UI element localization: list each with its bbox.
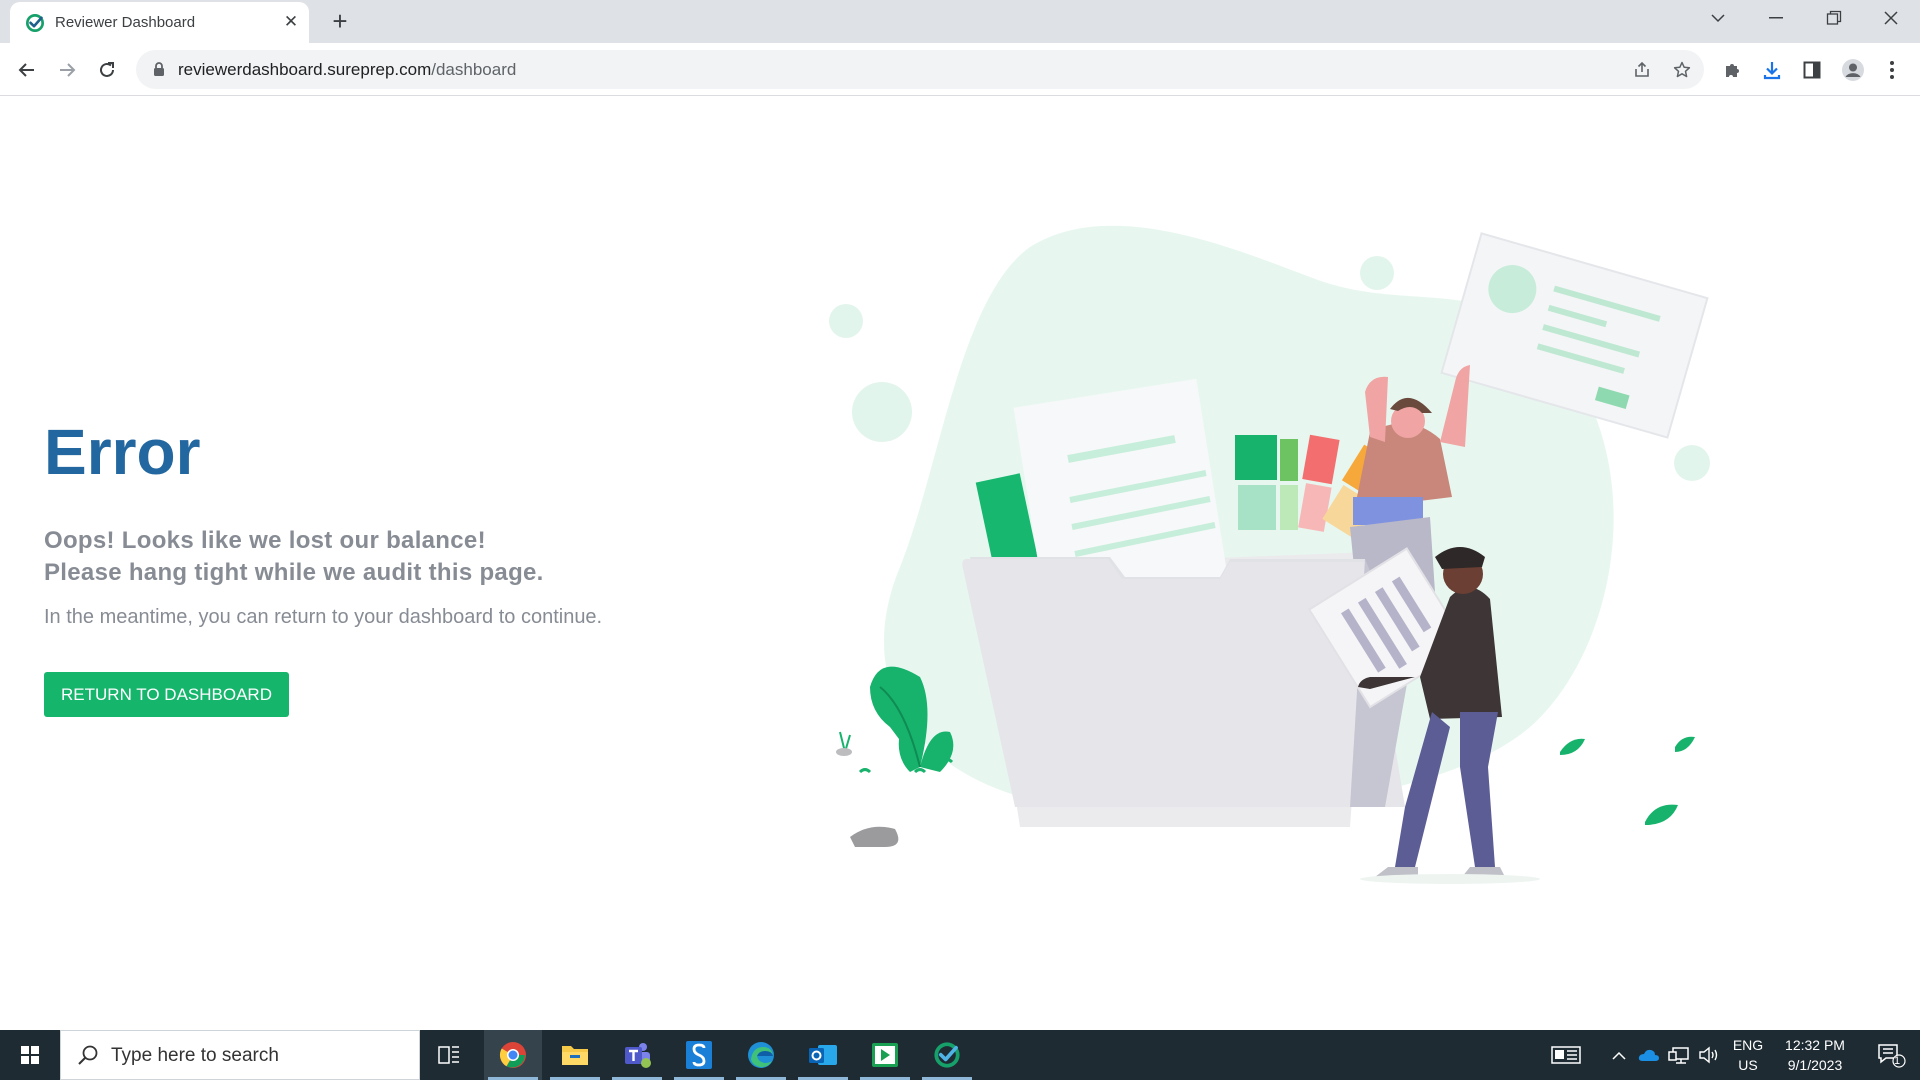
tab-strip: Reviewer Dashboard ✕ + [0, 0, 1920, 43]
search-icon [78, 1045, 98, 1065]
region-code: US [1738, 1057, 1758, 1073]
outlook-icon[interactable] [794, 1030, 852, 1080]
file-explorer-icon[interactable] [546, 1030, 604, 1080]
close-window-button[interactable] [1863, 0, 1919, 36]
network-icon[interactable] [1665, 1030, 1693, 1080]
reload-button[interactable] [91, 54, 123, 86]
tab-search-icon[interactable] [1690, 0, 1746, 36]
taskbar-search-box[interactable]: Type here to search [60, 1030, 420, 1080]
minimize-button[interactable] [1748, 0, 1804, 36]
error-description: In the meantime, you can return to your … [44, 606, 603, 628]
clock-date: 9/1/2023 [1787, 1057, 1843, 1073]
profile-avatar-icon[interactable] [1841, 58, 1865, 82]
back-button[interactable] [11, 54, 43, 86]
address-bar[interactable]: reviewerdashboard.sureprep.com/dashboard [136, 50, 1704, 89]
task-view-icon[interactable] [420, 1030, 478, 1080]
language-code: ENG [1732, 1037, 1764, 1053]
show-hidden-icons-chevron-icon[interactable] [1606, 1030, 1632, 1080]
clock[interactable]: 12:32 PM 9/1/2023 [1775, 1030, 1855, 1080]
url-path: /dashboard [431, 60, 517, 79]
tab-close-icon[interactable]: ✕ [280, 11, 302, 33]
error-illustration [829, 225, 1710, 884]
browser-toolbar: reviewerdashboard.sureprep.com/dashboard [0, 43, 1920, 96]
search-placeholder: Type here to search [111, 1045, 279, 1066]
download-icon[interactable] [1760, 58, 1784, 82]
tab-title: Reviewer Dashboard [55, 14, 196, 31]
url-domain: reviewerdashboard.sureprep.com [178, 60, 432, 79]
clock-time: 12:32 PM [1785, 1037, 1845, 1053]
menu-kebab-icon[interactable] [1880, 58, 1904, 82]
bookmark-star-icon[interactable] [1671, 59, 1693, 81]
language-indicator[interactable]: ENG US [1728, 1030, 1768, 1080]
windows-taskbar: Type here to search ENG US 12:32 PM 9/1/… [0, 1030, 1920, 1080]
reviewer-dashboard-icon[interactable] [918, 1030, 976, 1080]
volume-icon[interactable] [1695, 1030, 1723, 1080]
error-title: Error [44, 416, 201, 488]
error-subtitle-line-2: Please hang tight while we audit this pa… [44, 559, 544, 586]
error-subtitle-line-1: Oops! Looks like we lost our balance! [44, 527, 486, 554]
return-to-dashboard-button[interactable]: RETURN TO DASHBOARD [44, 672, 289, 717]
lock-icon[interactable] [153, 62, 165, 77]
windows-start-icon[interactable] [0, 1030, 60, 1080]
page-content: Error Oops! Looks like we lost our balan… [0, 97, 1920, 1030]
extensions-icon[interactable] [1720, 58, 1744, 82]
onedrive-icon[interactable] [1635, 1030, 1663, 1080]
side-panel-icon[interactable] [1800, 58, 1824, 82]
player-app-icon[interactable] [856, 1030, 914, 1080]
notification-count: 1 [1894, 1055, 1901, 1067]
url-text[interactable]: reviewerdashboard.sureprep.com/dashboard [178, 60, 516, 80]
share-icon[interactable] [1631, 59, 1653, 81]
error-subtitle: Oops! Looks like we lost our balance! Pl… [44, 525, 544, 589]
reviewer-favicon-icon [26, 14, 44, 32]
edge-icon[interactable] [732, 1030, 790, 1080]
sureprep-icon[interactable] [670, 1030, 728, 1080]
notification-center-icon[interactable]: 1 [1866, 1030, 1916, 1080]
new-tab-button[interactable]: + [325, 6, 355, 36]
browser-tab[interactable]: Reviewer Dashboard ✕ [10, 2, 309, 43]
forward-button[interactable] [51, 54, 83, 86]
teams-icon[interactable] [608, 1030, 666, 1080]
chrome-taskbar-icon[interactable] [484, 1030, 542, 1080]
restore-button[interactable] [1806, 0, 1862, 36]
news-widget-icon[interactable] [1543, 1030, 1589, 1080]
